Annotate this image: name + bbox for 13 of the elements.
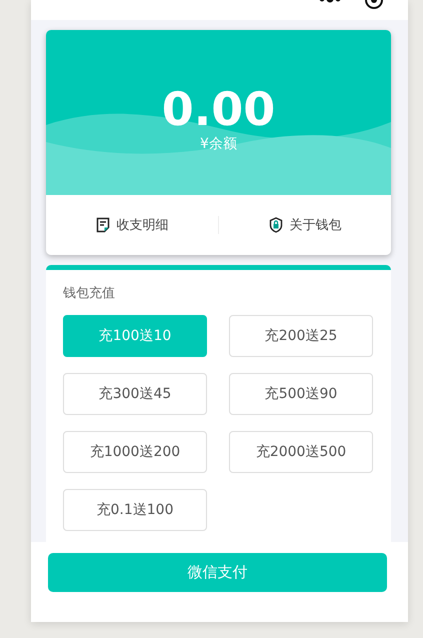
link-label[interactable]: 收支明细 <box>116 216 168 234</box>
link-label[interactable]: 关于钱包 <box>290 216 342 234</box>
receipt-icon <box>96 217 110 233</box>
shield-lock-icon <box>268 217 282 233</box>
recharge-title: 钱包充值 <box>63 285 116 302</box>
recharge-option[interactable]: 充0.1送100 <box>63 489 207 531</box>
balance-label: ¥余额 <box>200 134 237 152</box>
recharge-option[interactable]: 充200送25 <box>229 315 373 357</box>
recharge-option[interactable]: 充1000送200 <box>63 431 207 473</box>
balance-amount: 0.00 <box>162 82 276 134</box>
recharge-option[interactable]: 充300送45 <box>63 373 207 415</box>
recharge-option[interactable]: 充500送90 <box>229 373 373 415</box>
recharge-option[interactable]: 充2000送500 <box>229 431 373 473</box>
